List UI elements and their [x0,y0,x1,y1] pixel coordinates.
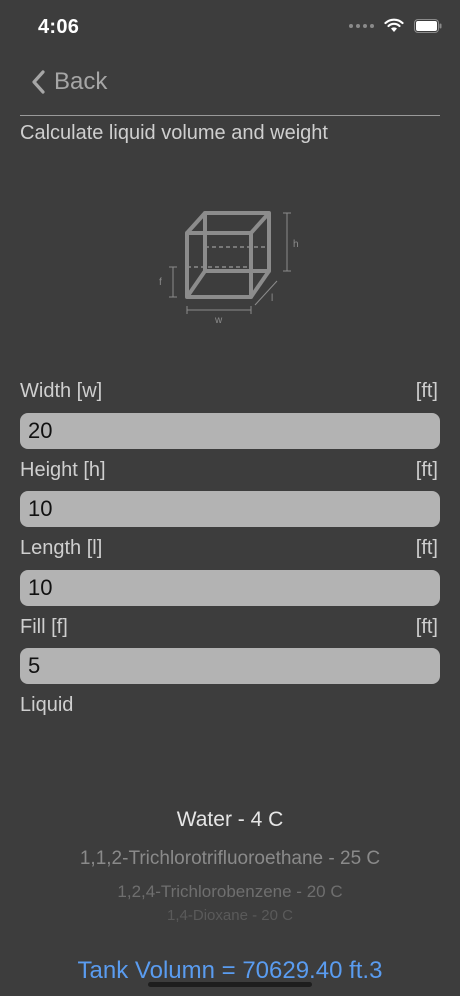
chevron-left-icon [32,70,45,94]
height-input[interactable] [20,491,440,527]
diagram-label-l: l [271,293,273,304]
diagram-label-f: f [159,277,162,288]
liquid-option[interactable]: 1,2,4-Trichlorobenzene - 20 C [0,882,460,902]
width-input[interactable] [20,413,440,449]
status-icons [349,18,442,33]
fill-unit: [ft] [415,616,438,638]
nav-bar: Back [20,60,440,116]
liquid-picker[interactable]: Water - 4 C 1,1,2-Trichlorotrifluoroetha… [0,800,460,930]
width-unit: [ft] [415,380,438,402]
diagram-label-h: h [293,239,299,250]
width-label: Width [w] [20,380,103,402]
fill-input[interactable] [20,648,440,684]
diagram-label-w: w [214,315,223,326]
tank-volume-result: Tank Volumn = 70629.40 ft.3 [77,957,383,984]
home-indicator [148,982,312,987]
liquid-option-selected[interactable]: Water - 4 C [0,808,460,832]
page-title: Calculate liquid volume and weight [20,122,328,144]
wifi-icon [384,18,404,32]
status-bar: 4:06 [0,0,460,56]
liquid-option[interactable]: 1,1,2-Trichlorotrifluoroethane - 25 C [0,848,460,870]
back-button[interactable]: Back [30,68,107,96]
liquid-option[interactable]: 1,4-Dioxane - 20 C [0,907,460,924]
back-label: Back [54,68,108,95]
battery-icon [414,18,442,33]
length-input[interactable] [20,570,440,606]
length-unit: [ft] [415,537,438,559]
fill-label: Fill [f] [20,616,68,638]
tank-diagram: h f w l [159,211,299,326]
height-label: Height [h] [20,459,106,481]
liquid-label: Liquid [20,694,74,716]
height-unit: [ft] [415,459,438,481]
length-label: Length [l] [20,537,103,559]
cellular-signal-icon [349,23,374,28]
status-time: 4:06 [38,16,80,38]
